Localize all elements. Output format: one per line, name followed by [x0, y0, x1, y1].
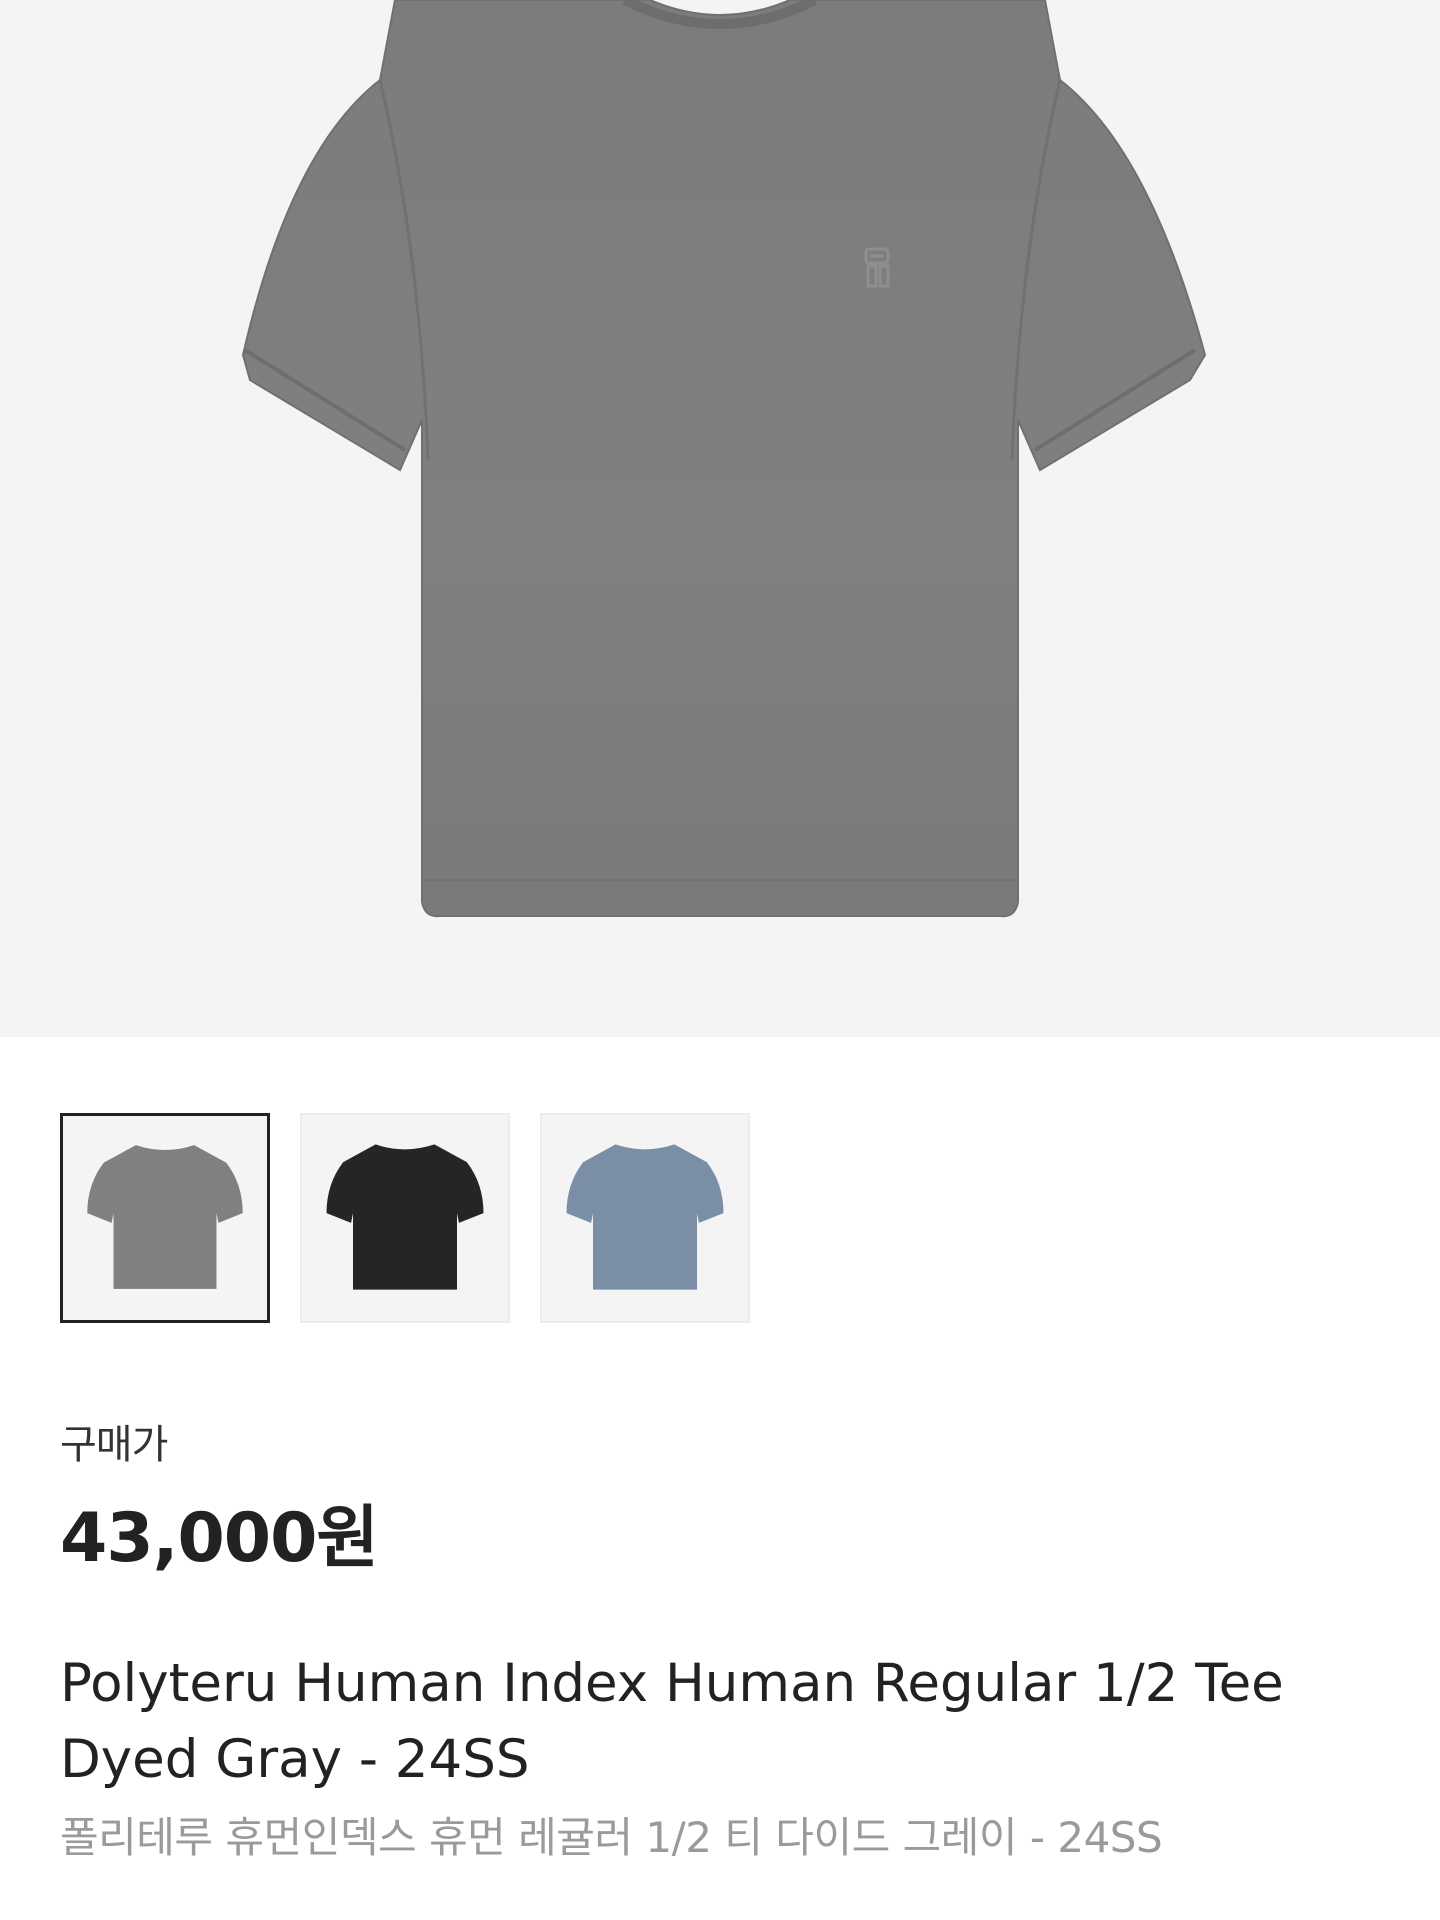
- tshirt-blue-icon: [566, 1144, 724, 1290]
- tshirt-illustration: [241, 0, 1207, 918]
- product-title-ko: 폴리테루 휴먼인덱스 휴먼 레귤러 1/2 티 다이드 그레이 - 24SS: [60, 1813, 1163, 1862]
- thumbnail-black[interactable]: [300, 1113, 510, 1323]
- thumbnail-dyed-gray[interactable]: [60, 1113, 270, 1323]
- tshirt-black-icon: [326, 1144, 484, 1290]
- product-title-en: Polyteru Human Index Human Regular 1/2 T…: [60, 1653, 1284, 1790]
- price-label: 구매가: [60, 1422, 168, 1468]
- thumbnail-strip: [60, 1113, 750, 1323]
- tshirt-gray-icon: [87, 1145, 243, 1289]
- price-value: 43,000원: [60, 1499, 379, 1578]
- product-main-image[interactable]: [0, 0, 1440, 1037]
- thumbnail-blue-gray[interactable]: [540, 1113, 750, 1323]
